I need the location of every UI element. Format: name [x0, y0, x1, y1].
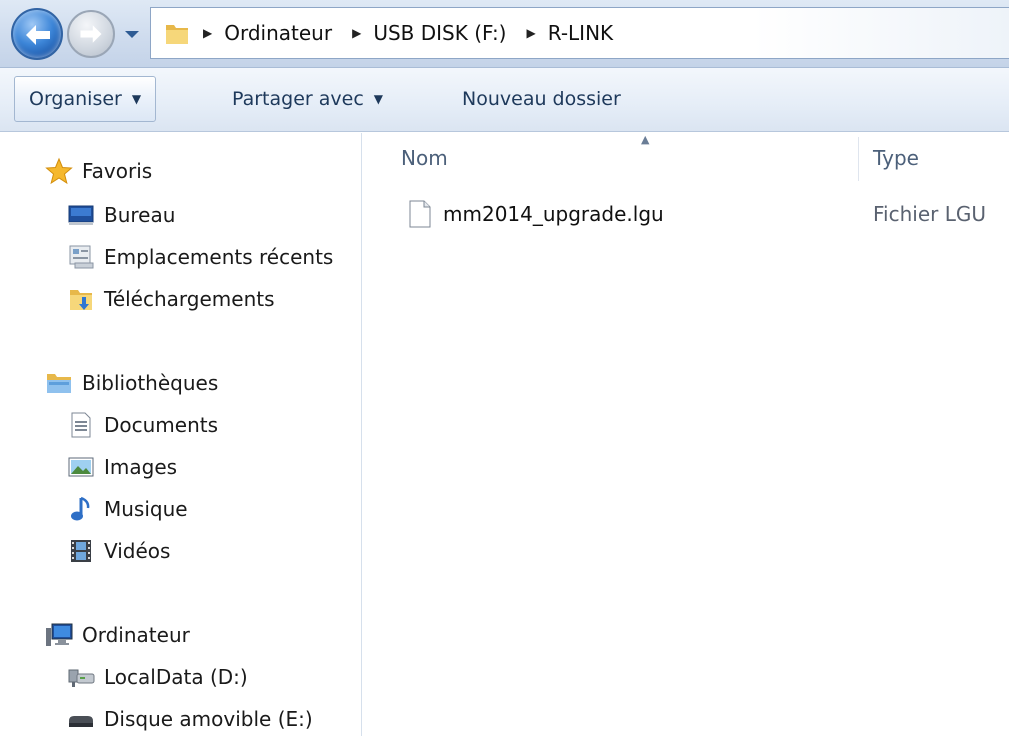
new-folder-button[interactable]: Nouveau dossier	[448, 76, 635, 122]
sidebar-item-recent-places[interactable]: Emplacements récents	[66, 237, 333, 277]
network-drive-icon	[66, 662, 96, 692]
breadcrumb-arrow-icon[interactable]: ▶	[203, 26, 212, 40]
computer-icon	[44, 620, 74, 650]
sidebar-item-label: LocalData (D:)	[104, 665, 248, 689]
sidebar-item-images[interactable]: Images	[66, 447, 177, 487]
generic-file-icon	[409, 200, 431, 228]
sidebar-item-label: Bureau	[104, 203, 176, 227]
column-header-label: Nom	[401, 146, 448, 170]
nav-group-libraries[interactable]: Bibliothèques	[44, 363, 218, 403]
sidebar-item-label: Emplacements récents	[104, 245, 334, 269]
sort-ascending-icon: ▲	[641, 133, 650, 146]
file-name[interactable]: mm2014_upgrade.lgu	[443, 193, 664, 235]
recent-pages-dropdown[interactable]	[121, 24, 143, 44]
nav-group-label: Ordinateur	[82, 623, 190, 647]
file-row[interactable]: mm2014_upgrade.lgu Fichier LGU	[363, 193, 1009, 235]
sidebar-item-downloads[interactable]: Téléchargements	[66, 279, 275, 319]
nav-group-favorites[interactable]: Favoris	[44, 151, 152, 191]
sidebar-item-label: Images	[104, 455, 178, 479]
sidebar-item-label: Disque amovible (E:)	[104, 707, 313, 731]
breadcrumb-label[interactable]: Ordinateur	[224, 21, 332, 45]
sidebar-item-localdata[interactable]: LocalData (D:)	[66, 657, 248, 697]
sidebar-item-label: Documents	[104, 413, 219, 437]
arrow-left-icon	[26, 25, 50, 45]
breadcrumb-label[interactable]: R-LINK	[548, 21, 613, 45]
address-bar-region: ▶ Ordinateur ▶ USB DISK (F:) ▶ R-LINK	[0, 0, 1009, 68]
nav-group-label: Bibliothèques	[82, 371, 219, 395]
new-folder-label: Nouveau dossier	[462, 88, 621, 110]
breadcrumb-item[interactable]: ▶ USB DISK (F:)	[352, 21, 526, 45]
folder-icon	[166, 25, 188, 44]
chevron-down-icon	[125, 31, 139, 38]
column-divider[interactable]	[858, 137, 859, 181]
recent-places-icon	[66, 242, 96, 272]
breadcrumb: ▶ Ordinateur ▶ USB DISK (F:) ▶ R-LINK	[203, 8, 633, 58]
organize-button[interactable]: Organiser ▼	[14, 76, 157, 122]
breadcrumb-item[interactable]: ▶ R-LINK	[527, 21, 634, 45]
breadcrumb-item[interactable]: ▶ Ordinateur	[203, 21, 352, 45]
address-field[interactable]: ▶ Ordinateur ▶ USB DISK (F:) ▶ R-LINK	[150, 7, 1009, 59]
sidebar-item-music[interactable]: Musique	[66, 489, 188, 529]
sidebar-item-label: Musique	[104, 497, 188, 521]
removable-drive-icon	[66, 704, 96, 734]
file-type: Fichier LGU	[873, 202, 986, 226]
nav-group-computer[interactable]: Ordinateur	[44, 615, 190, 655]
breadcrumb-arrow-icon[interactable]: ▶	[352, 26, 361, 40]
share-with-button[interactable]: Partager avec ▼	[218, 76, 397, 122]
music-note-icon	[66, 494, 96, 524]
arrow-right-icon	[80, 25, 102, 43]
film-icon	[66, 536, 96, 566]
back-button[interactable]	[11, 8, 63, 60]
navigation-pane: Favoris Bureau Emplacements récents Télé…	[0, 133, 362, 736]
share-with-label: Partager avec	[232, 88, 364, 110]
sidebar-item-videos[interactable]: Vidéos	[66, 531, 170, 571]
file-list: ▲ Nom Type mm2014_upgrade.lgu Fichier LG…	[363, 133, 1009, 736]
star-icon	[44, 156, 74, 186]
sidebar-item-label: Téléchargements	[104, 287, 275, 311]
document-icon	[66, 410, 96, 440]
sidebar-item-documents[interactable]: Documents	[66, 405, 218, 445]
desktop-icon	[66, 200, 96, 230]
nav-group-label: Favoris	[82, 159, 153, 183]
sidebar-item-removable-disk[interactable]: Disque amovible (E:)	[66, 699, 313, 736]
downloads-folder-icon	[66, 284, 96, 314]
column-header-type[interactable]: Type	[873, 133, 919, 183]
library-folder-icon	[44, 368, 74, 398]
column-header-label: Type	[873, 146, 919, 170]
forward-button[interactable]	[67, 10, 115, 58]
chevron-down-icon: ▼	[131, 92, 142, 106]
breadcrumb-arrow-icon[interactable]: ▶	[527, 26, 536, 40]
column-header-name[interactable]: Nom	[401, 133, 448, 183]
organize-label: Organiser	[29, 88, 122, 110]
command-bar: Organiser ▼ Partager avec ▼ Nouveau doss…	[0, 68, 1009, 132]
breadcrumb-label[interactable]: USB DISK (F:)	[373, 21, 506, 45]
picture-icon	[66, 452, 96, 482]
sidebar-item-label: Vidéos	[104, 539, 171, 563]
chevron-down-icon: ▼	[373, 92, 384, 106]
sidebar-item-bureau[interactable]: Bureau	[66, 195, 175, 235]
